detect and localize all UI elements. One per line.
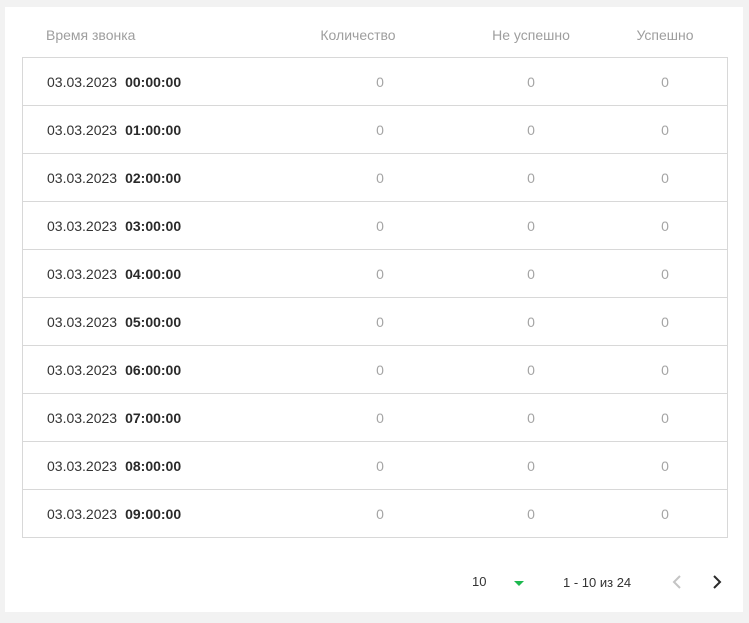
count-cell: 0 <box>376 73 384 90</box>
table-row[interactable]: 03.03.2023 04:00:00 0 0 0 <box>23 249 727 297</box>
failed-cell: 0 <box>527 457 535 474</box>
call-date: 03.03.2023 <box>47 457 118 474</box>
table-row[interactable]: 03.03.2023 06:00:00 0 0 0 <box>23 345 727 393</box>
count-cell: 0 <box>376 505 384 522</box>
call-time-cell: 03.03.2023 02:00:00 <box>47 154 181 201</box>
failed-cell: 0 <box>527 505 535 522</box>
failed-cell: 0 <box>527 313 535 330</box>
table-row[interactable]: 03.03.2023 03:00:00 0 0 0 <box>23 201 727 249</box>
next-page-button[interactable] <box>704 569 730 595</box>
call-time-cell: 03.03.2023 03:00:00 <box>47 202 181 249</box>
chevron-left-icon <box>672 575 681 589</box>
failed-cell: 0 <box>527 121 535 138</box>
call-hour: 02:00:00 <box>125 169 182 186</box>
call-date: 03.03.2023 <box>47 121 118 138</box>
header-successful[interactable]: Успешно <box>636 27 693 43</box>
count-cell: 0 <box>376 265 384 282</box>
failed-cell: 0 <box>527 169 535 186</box>
call-hour: 06:00:00 <box>125 361 182 378</box>
call-hour: 01:00:00 <box>125 121 182 138</box>
header-failed[interactable]: Не успешно <box>492 27 570 43</box>
success-cell: 0 <box>661 265 669 282</box>
count-cell: 0 <box>376 457 384 474</box>
chevron-right-icon <box>713 575 722 589</box>
table-row[interactable]: 03.03.2023 01:00:00 0 0 0 <box>23 105 727 153</box>
call-date: 03.03.2023 <box>47 73 118 90</box>
call-hour: 04:00:00 <box>125 265 182 282</box>
call-time-cell: 03.03.2023 07:00:00 <box>47 394 181 441</box>
call-time-cell: 03.03.2023 09:00:00 <box>47 490 181 537</box>
calls-table: 03.03.2023 00:00:00 0 0 0 03.03.2023 01:… <box>22 57 728 538</box>
caret-down-icon <box>514 581 524 586</box>
header-count[interactable]: Количество <box>320 27 395 43</box>
calls-card: Время звонка Количество Не успешно Успеш… <box>5 7 743 612</box>
call-time-cell: 03.03.2023 06:00:00 <box>47 346 181 393</box>
call-date: 03.03.2023 <box>47 409 118 426</box>
call-date: 03.03.2023 <box>47 169 118 186</box>
count-cell: 0 <box>376 121 384 138</box>
header-call-time[interactable]: Время звонка <box>46 27 135 43</box>
call-hour: 00:00:00 <box>125 73 182 90</box>
call-date: 03.03.2023 <box>47 361 118 378</box>
success-cell: 0 <box>661 361 669 378</box>
success-cell: 0 <box>661 217 669 234</box>
call-hour: 03:00:00 <box>125 217 182 234</box>
table-row[interactable]: 03.03.2023 02:00:00 0 0 0 <box>23 153 727 201</box>
pagination: 10 1 - 10 из 24 <box>5 567 743 597</box>
call-hour: 05:00:00 <box>125 313 182 330</box>
success-cell: 0 <box>661 505 669 522</box>
call-time-cell: 03.03.2023 04:00:00 <box>47 250 181 297</box>
success-cell: 0 <box>661 409 669 426</box>
page-range-text: 1 - 10 из 24 <box>563 575 632 590</box>
call-date: 03.03.2023 <box>47 265 118 282</box>
call-time-cell: 03.03.2023 08:00:00 <box>47 442 181 489</box>
call-time-cell: 03.03.2023 01:00:00 <box>47 106 181 153</box>
table-row[interactable]: 03.03.2023 09:00:00 0 0 0 <box>23 489 727 537</box>
count-cell: 0 <box>376 169 384 186</box>
failed-cell: 0 <box>527 217 535 234</box>
call-time-cell: 03.03.2023 00:00:00 <box>47 58 181 105</box>
table-row[interactable]: 03.03.2023 07:00:00 0 0 0 <box>23 393 727 441</box>
call-date: 03.03.2023 <box>47 505 118 522</box>
success-cell: 0 <box>661 169 669 186</box>
call-hour: 08:00:00 <box>125 457 182 474</box>
call-time-cell: 03.03.2023 05:00:00 <box>47 298 181 345</box>
failed-cell: 0 <box>527 361 535 378</box>
success-cell: 0 <box>661 457 669 474</box>
count-cell: 0 <box>376 361 384 378</box>
previous-page-button[interactable] <box>664 569 690 595</box>
failed-cell: 0 <box>527 265 535 282</box>
table-row[interactable]: 03.03.2023 05:00:00 0 0 0 <box>23 297 727 345</box>
table-header: Время звонка Количество Не успешно Успеш… <box>22 7 728 57</box>
call-date: 03.03.2023 <box>47 313 118 330</box>
success-cell: 0 <box>661 313 669 330</box>
success-cell: 0 <box>661 121 669 138</box>
table-row[interactable]: 03.03.2023 08:00:00 0 0 0 <box>23 441 727 489</box>
page-size-value: 10 <box>472 574 487 589</box>
call-date: 03.03.2023 <box>47 217 118 234</box>
table-row[interactable]: 03.03.2023 00:00:00 0 0 0 <box>23 58 727 105</box>
count-cell: 0 <box>376 313 384 330</box>
page-size-select[interactable]: 10 <box>470 571 530 593</box>
count-cell: 0 <box>376 217 384 234</box>
count-cell: 0 <box>376 409 384 426</box>
failed-cell: 0 <box>527 73 535 90</box>
call-hour: 09:00:00 <box>125 505 182 522</box>
call-hour: 07:00:00 <box>125 409 182 426</box>
failed-cell: 0 <box>527 409 535 426</box>
success-cell: 0 <box>661 73 669 90</box>
